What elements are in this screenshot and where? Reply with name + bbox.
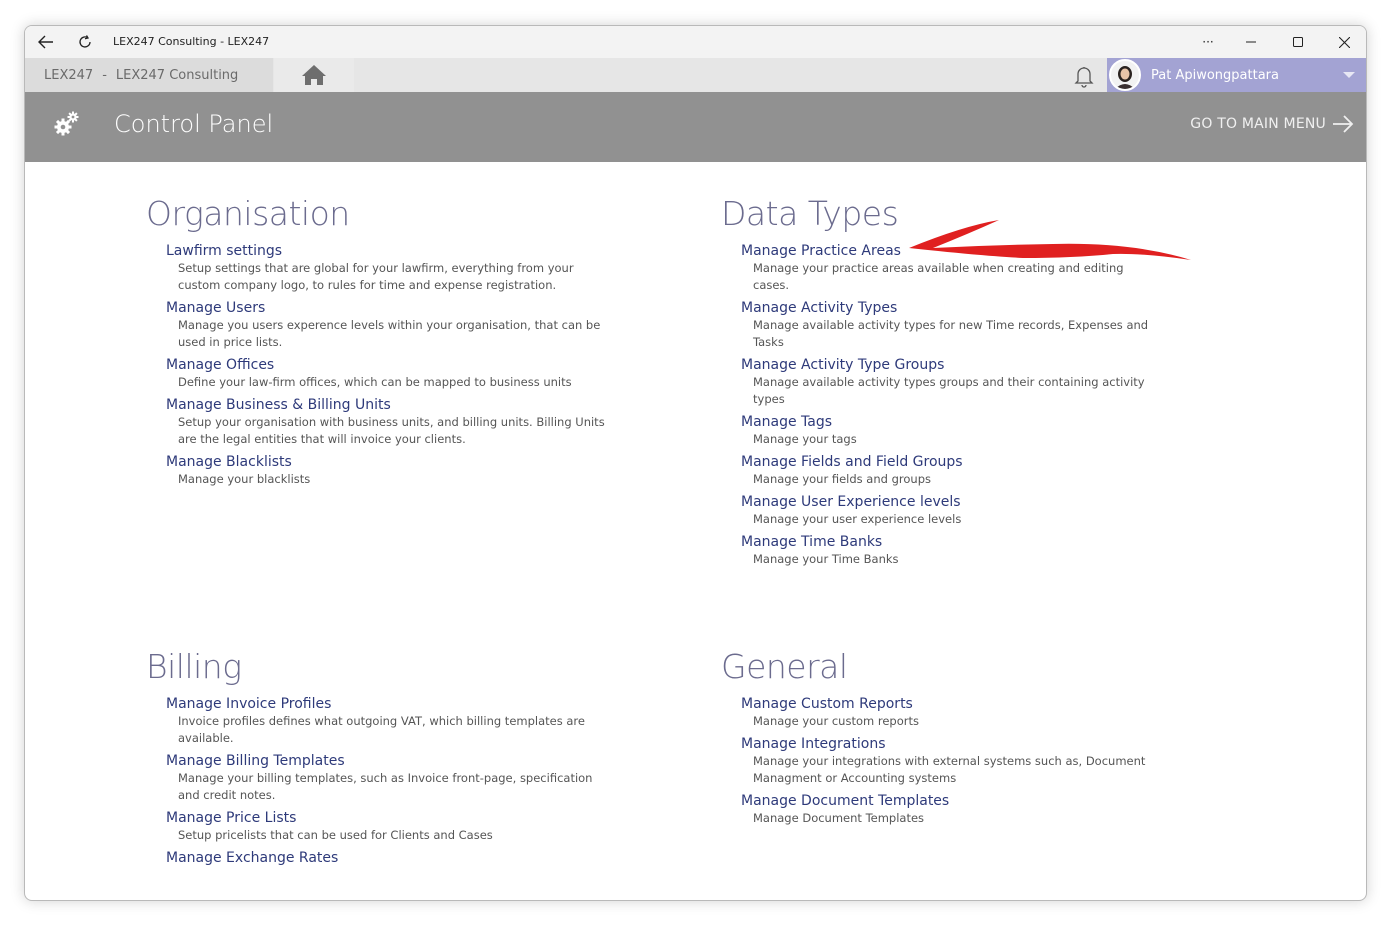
item-description: Manage you users experence levels within… xyxy=(178,318,601,349)
manage-user-experience-levels-link[interactable]: Manage User Experience levels xyxy=(741,493,1161,511)
more-options-button[interactable]: ··· xyxy=(1193,26,1223,58)
item-description: Invoice profiles defines what outgoing V… xyxy=(178,714,585,745)
close-icon xyxy=(1338,36,1350,48)
item-description: Manage your blacklists xyxy=(178,472,311,486)
manage-custom-reports-link[interactable]: Manage Custom Reports xyxy=(741,695,1161,713)
go-to-main-menu-link[interactable]: GO TO MAIN MENU xyxy=(1190,115,1354,133)
manage-invoice-profiles-link[interactable]: Manage Invoice Profiles xyxy=(166,695,606,713)
manage-activity-types-link[interactable]: Manage Activity Types xyxy=(741,299,1161,317)
manage-activity-type-groups-link[interactable]: Manage Activity Type Groups xyxy=(741,356,1161,374)
manage-exchange-rates-link[interactable]: Manage Exchange Rates xyxy=(166,849,606,867)
item-description: Setup your organisation with business un… xyxy=(178,415,605,446)
list-item: Manage Invoice Profiles Invoice profiles … xyxy=(166,695,606,747)
manage-fields-link[interactable]: Manage Fields and Field Groups xyxy=(741,453,1161,471)
list-item: Lawfirm settings Setup settings that are … xyxy=(166,242,606,294)
list-item: Manage Activity Types Manage available ac… xyxy=(741,299,1161,351)
manage-price-lists-link[interactable]: Manage Price Lists xyxy=(166,809,606,827)
item-description: Manage your fields and groups xyxy=(753,472,931,486)
list-item: Manage Price Lists Setup pricelists that … xyxy=(166,809,606,844)
chevron-down-icon xyxy=(1343,72,1355,78)
breadcrumb-app: LEX247 xyxy=(44,67,94,83)
list-item: Manage Exchange Rates xyxy=(166,849,606,867)
bell-icon xyxy=(1074,67,1094,88)
list-item: Manage Custom Reports Manage your custom … xyxy=(741,695,1161,730)
arrow-right-icon xyxy=(1333,115,1354,133)
list-item: Manage Business & Billing Units Setup you… xyxy=(166,396,606,448)
item-description: Setup pricelists that can be used for Cl… xyxy=(178,828,493,842)
refresh-button[interactable] xyxy=(70,26,100,58)
user-name: Pat Apiwongpattara xyxy=(1151,67,1279,83)
lawfirm-settings-link[interactable]: Lawfirm settings xyxy=(166,242,606,260)
section-billing: Billing Manage Invoice Profiles Invoice p… xyxy=(146,647,606,867)
avatar xyxy=(1109,59,1141,91)
annotation-arrow-icon xyxy=(909,220,1191,260)
item-description: Manage your integrations with external s… xyxy=(753,754,1146,785)
main-menu-label: GO TO MAIN MENU xyxy=(1190,116,1326,132)
home-button[interactable] xyxy=(274,58,354,92)
section-general: General Manage Custom Reports Manage your… xyxy=(721,647,1161,827)
home-icon xyxy=(302,65,326,85)
app-bar: LEX247 - LEX247 Consulting Pat Apiwongpa… xyxy=(25,58,1366,92)
manage-tags-link[interactable]: Manage Tags xyxy=(741,413,1161,431)
list-item: Manage Blacklists Manage your blacklists xyxy=(166,453,606,488)
breadcrumb-separator: - xyxy=(102,67,107,83)
section-title-organisation: Organisation xyxy=(146,194,350,233)
breadcrumb[interactable]: LEX247 - LEX247 Consulting xyxy=(25,58,273,92)
manage-document-templates-link[interactable]: Manage Document Templates xyxy=(741,792,1161,810)
manage-integrations-link[interactable]: Manage Integrations xyxy=(741,735,1161,753)
item-description: Manage your Time Banks xyxy=(753,552,899,566)
item-description: Manage available activity types groups a… xyxy=(753,375,1145,406)
list-item: Manage Offices Define your law-firm offic… xyxy=(166,356,606,391)
item-description: Manage available activity types for new … xyxy=(753,318,1149,349)
list-item: Manage User Experience levels Manage your… xyxy=(741,493,1161,528)
minimize-button[interactable] xyxy=(1236,26,1266,58)
manage-offices-link[interactable]: Manage Offices xyxy=(166,356,606,374)
manage-billing-templates-link[interactable]: Manage Billing Templates xyxy=(166,752,606,770)
user-photo-icon xyxy=(1115,66,1135,89)
manage-business-billing-units-link[interactable]: Manage Business & Billing Units xyxy=(166,396,606,414)
back-arrow-icon xyxy=(38,35,53,49)
list-item: Manage Integrations Manage your integrati… xyxy=(741,735,1161,787)
section-title-billing: Billing xyxy=(146,647,242,686)
item-description: Manage your tags xyxy=(753,432,857,446)
page-header: Control Panel GO TO MAIN MENU xyxy=(25,92,1366,162)
item-description: Manage your custom reports xyxy=(753,714,919,728)
window-title: LEX247 Consulting - LEX247 xyxy=(113,35,270,48)
list-item: Manage Users Manage you users experence l… xyxy=(166,299,606,351)
list-item: Manage Document Templates Manage Document… xyxy=(741,792,1161,827)
refresh-icon xyxy=(79,35,91,48)
section-title-general: General xyxy=(721,647,848,686)
app-window: LEX247 Consulting - LEX247 ··· LEX247 - … xyxy=(24,25,1367,901)
maximize-button[interactable] xyxy=(1283,26,1313,58)
back-button[interactable] xyxy=(31,26,61,58)
list-item: Manage Billing Templates Manage your bill… xyxy=(166,752,606,804)
close-button[interactable] xyxy=(1329,26,1359,58)
manage-time-banks-link[interactable]: Manage Time Banks xyxy=(741,533,1161,551)
user-menu[interactable]: Pat Apiwongpattara xyxy=(1107,58,1366,92)
gears-icon xyxy=(53,110,81,142)
list-item: Manage Activity Type Groups Manage availa… xyxy=(741,356,1161,408)
maximize-icon xyxy=(1293,37,1303,47)
item-description: Manage your user experience levels xyxy=(753,512,962,526)
notifications-button[interactable] xyxy=(1072,64,1096,88)
minimize-icon xyxy=(1246,41,1256,43)
page-title: Control Panel xyxy=(114,110,274,138)
item-description: Manage Document Templates xyxy=(753,811,925,825)
breadcrumb-company: LEX247 Consulting xyxy=(115,67,239,83)
list-item: Manage Time Banks Manage your Time Banks xyxy=(741,533,1161,568)
manage-blacklists-link[interactable]: Manage Blacklists xyxy=(166,453,606,471)
title-bar: LEX247 Consulting - LEX247 ··· xyxy=(25,26,1366,58)
item-description: Manage your billing templates, such as I… xyxy=(178,771,593,802)
section-organisation: Organisation Lawfirm settings Setup setti… xyxy=(146,194,606,488)
item-description: Setup settings that are global for your … xyxy=(178,261,574,292)
list-item: Manage Fields and Field Groups Manage you… xyxy=(741,453,1161,488)
item-description: Define your law-firm offices, which can … xyxy=(178,375,572,389)
list-item: Manage Tags Manage your tags xyxy=(741,413,1161,448)
manage-users-link[interactable]: Manage Users xyxy=(166,299,606,317)
